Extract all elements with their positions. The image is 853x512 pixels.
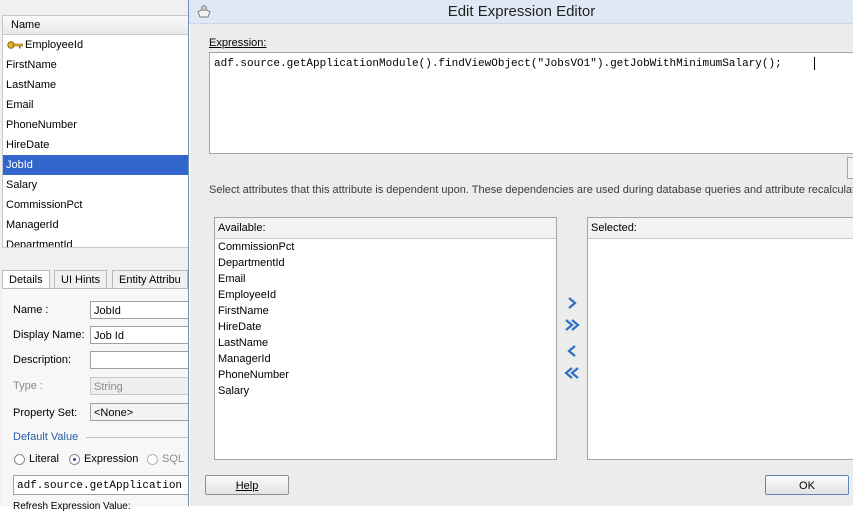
row-label: EmployeeId: [25, 39, 84, 51]
refresh-expression-label: Refresh Expression Value:: [13, 501, 131, 512]
row-label: ManagerId: [6, 219, 59, 231]
available-label: Available:: [218, 222, 266, 234]
attributes-table-header: Name: [3, 16, 189, 35]
move-all-right-icon[interactable]: [564, 317, 580, 333]
list-item[interactable]: Email: [218, 273, 246, 285]
list-item[interactable]: LastName: [218, 337, 268, 349]
available-list-header: Available:: [215, 218, 556, 239]
attributes-table: Name EmployeeId FirstName LastName Email…: [2, 15, 190, 248]
display-name-field[interactable]: Job Id: [90, 326, 190, 344]
display-name-label: Display Name:: [13, 329, 85, 341]
row-label: Email: [6, 99, 34, 111]
radio-sql[interactable]: [147, 454, 158, 465]
section-divider: [86, 437, 190, 438]
list-item[interactable]: HireDate: [218, 321, 261, 333]
row-label: DepartmentId: [6, 239, 73, 248]
details-pane: Name : JobId Display Name: Job Id Descri…: [2, 288, 190, 512]
help-button-label: Help: [235, 480, 259, 492]
radio-literal-label: Literal: [29, 453, 59, 465]
move-left-icon[interactable]: [564, 343, 580, 359]
row-label: LastName: [6, 79, 57, 91]
tab-ui-hints[interactable]: UI Hints: [54, 270, 108, 289]
property-set-dropdown[interactable]: <None>: [90, 403, 190, 421]
ok-button[interactable]: OK: [765, 475, 849, 495]
available-list[interactable]: Available: CommissionPct DepartmentId Em…: [214, 217, 557, 460]
tab-details[interactable]: Details: [2, 270, 50, 289]
edit-expression-dialog: Edit Expression Editor Expression: adf.s…: [188, 0, 853, 506]
type-field: String: [90, 377, 190, 395]
list-item[interactable]: PhoneNumber: [218, 369, 289, 381]
type-label: Type :: [13, 380, 43, 392]
property-set-label: Property Set:: [13, 407, 78, 419]
list-item[interactable]: ManagerId: [218, 353, 271, 365]
list-item[interactable]: EmployeeId: [218, 289, 276, 301]
dialog-title: Edit Expression Editor: [447, 3, 596, 20]
selected-label: Selected:: [591, 222, 637, 234]
selected-list[interactable]: Selected:: [587, 217, 853, 460]
name-label: Name :: [13, 304, 49, 316]
description-field[interactable]: [90, 351, 190, 369]
row-label: PhoneNumber: [6, 119, 77, 131]
description-label: Description:: [13, 354, 72, 366]
row-label: JobId: [6, 159, 33, 171]
list-item[interactable]: CommissionPct: [218, 241, 294, 253]
radio-expression-label: Expression: [84, 453, 139, 465]
table-row[interactable]: Salary: [3, 175, 189, 195]
row-label: FirstName: [6, 59, 57, 71]
selected-list-header: Selected:: [588, 218, 853, 239]
name-field[interactable]: JobId: [90, 301, 190, 319]
tab-entity-attribute[interactable]: Entity Attribu: [112, 270, 188, 289]
key-icon: [7, 41, 23, 49]
table-row[interactable]: ManagerId: [3, 215, 189, 235]
list-item[interactable]: Salary: [218, 385, 249, 397]
expression-label: Expression:: [209, 37, 266, 49]
editor-tabs: Details UI Hints Entity Attribu: [2, 270, 190, 289]
expression-helper-button[interactable]: [847, 157, 853, 179]
expression-textarea[interactable]: adf.source.getApplicationModule().findVi…: [209, 52, 853, 154]
expression-text: adf.source.getApplicationModule().findVi…: [214, 58, 782, 70]
text-caret: [814, 57, 815, 70]
table-row[interactable]: LastName: [3, 75, 189, 95]
dependencies-description: Select attributes that this attribute is…: [209, 184, 853, 196]
help-button[interactable]: Help: [205, 475, 289, 495]
default-expression-field[interactable]: adf.source.getApplication: [13, 475, 190, 495]
radio-expression[interactable]: [69, 454, 80, 465]
move-right-icon[interactable]: [564, 295, 580, 311]
dialog-titlebar[interactable]: Edit Expression Editor: [189, 0, 853, 24]
table-row[interactable]: PhoneNumber: [3, 115, 189, 135]
row-label: CommissionPct: [6, 199, 83, 211]
table-row[interactable]: DepartmentId: [3, 235, 189, 248]
radio-sql-label: SQL: [162, 453, 185, 465]
move-all-left-icon[interactable]: [564, 365, 580, 381]
default-value-section-title: Default Value: [13, 431, 79, 443]
table-row[interactable]: Email: [3, 95, 189, 115]
list-item[interactable]: FirstName: [218, 305, 269, 317]
row-label: Salary: [6, 179, 38, 191]
table-row-selected[interactable]: JobId: [3, 155, 189, 175]
radio-literal[interactable]: [14, 454, 25, 465]
table-row[interactable]: FirstName: [3, 55, 189, 75]
row-label: HireDate: [6, 139, 50, 151]
expression-label-text: Expression:: [209, 37, 267, 49]
table-row[interactable]: HireDate: [3, 135, 189, 155]
name-column-header: Name: [11, 19, 41, 31]
table-row[interactable]: EmployeeId: [3, 35, 189, 55]
list-item[interactable]: DepartmentId: [218, 257, 285, 269]
table-row[interactable]: CommissionPct: [3, 195, 189, 215]
attribute-editor-panel: Name EmployeeId FirstName LastName Email…: [0, 0, 190, 512]
